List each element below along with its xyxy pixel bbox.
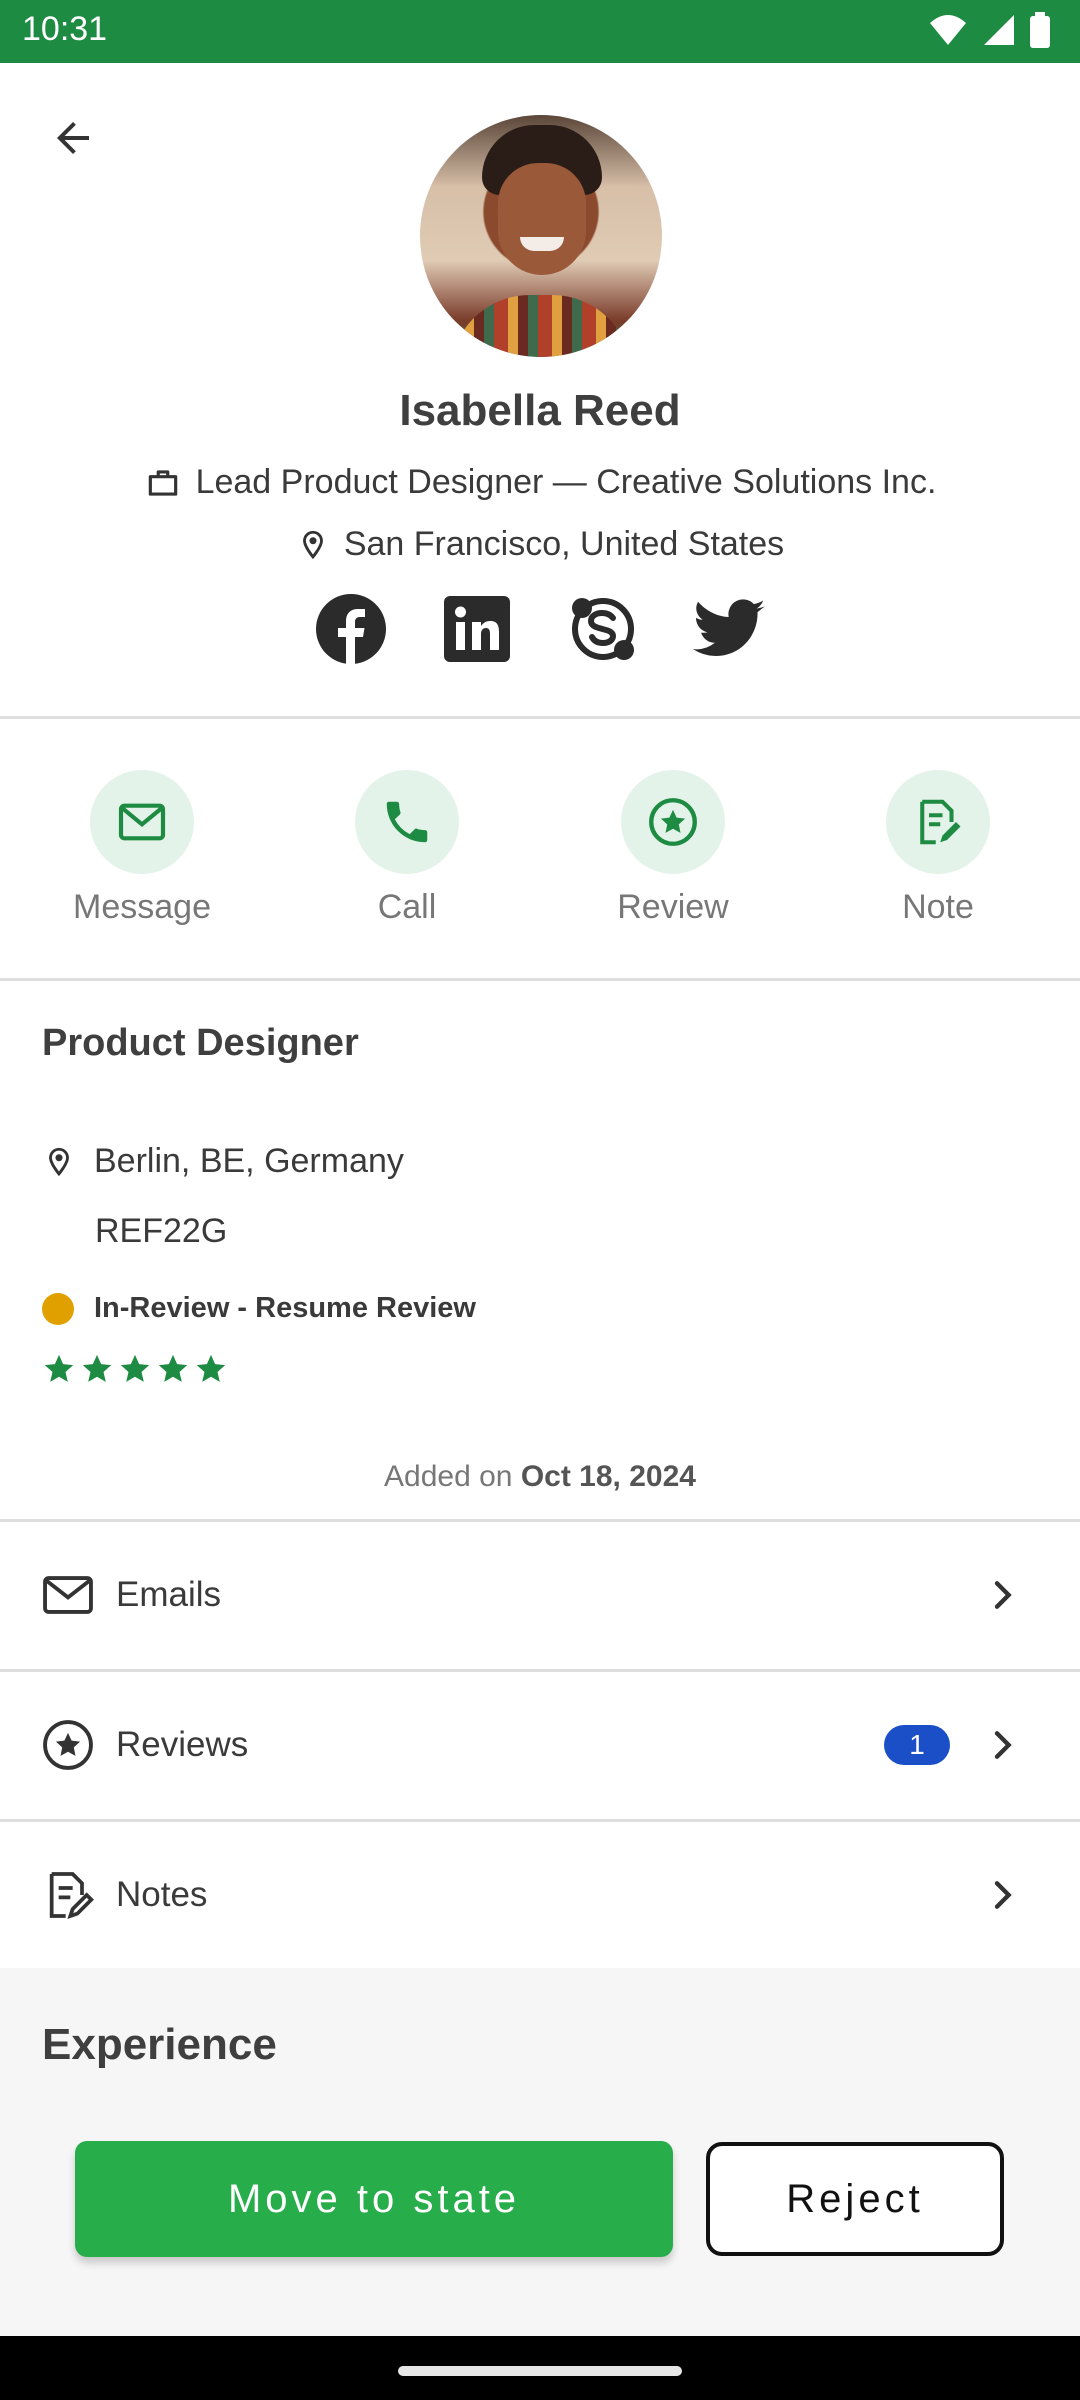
skype-icon: [572, 598, 634, 660]
note-edit-icon: [920, 799, 961, 845]
profile-header: Isabella Reed Lead Product Designer — Cr…: [0, 63, 1080, 718]
location-text: San Francisco, United States: [343, 525, 785, 563]
rating-stars: [42, 1352, 228, 1386]
job-line: Lead Product Designer — Creative Solutio…: [0, 463, 1080, 502]
added-date-value: Oct 18, 2024: [520, 1460, 696, 1493]
battery-icon: [1030, 12, 1050, 48]
message-action-circle: [90, 770, 194, 874]
note-edit-icon: [38, 1865, 98, 1925]
bottom-action-bar: Move to state Reject: [0, 2116, 1080, 2336]
avatar: [420, 115, 662, 357]
job-title: Product Designer: [42, 1022, 359, 1064]
twitter-link[interactable]: [693, 593, 765, 665]
reject-button[interactable]: Reject: [706, 2142, 1004, 2256]
status-dot: [42, 1292, 74, 1325]
divider: [0, 716, 1080, 719]
reviews-label: Reviews: [116, 1725, 249, 1764]
status-icons: [928, 12, 1050, 48]
move-to-state-button[interactable]: Move to state: [75, 2141, 673, 2257]
location-pin-icon: [49, 1147, 69, 1176]
quick-actions: Message Call Review Note: [0, 720, 1080, 978]
location-pin-icon: [302, 530, 323, 559]
briefcase-icon: [148, 469, 177, 496]
call-action-circle: [355, 770, 459, 874]
star-circle-icon: [649, 798, 697, 846]
job-location-text: Berlin, BE, Germany: [94, 1142, 404, 1180]
reviews-count-badge: 1: [884, 1725, 950, 1765]
chevron-right-icon: [982, 1575, 1022, 1615]
added-date: Added on Oct 18, 2024: [0, 1460, 1080, 1494]
note-action[interactable]: Note: [838, 770, 1038, 927]
back-button[interactable]: [38, 103, 108, 173]
mail-icon: [38, 1565, 98, 1625]
job-line-text: Lead Product Designer — Creative Solutio…: [195, 463, 937, 501]
home-indicator[interactable]: [398, 2366, 682, 2376]
chevron-right-icon: [982, 1875, 1022, 1915]
call-action-label: Call: [377, 888, 437, 926]
facebook-link[interactable]: [315, 593, 387, 665]
reviews-row[interactable]: Reviews 1: [0, 1671, 1080, 1819]
status-time: 10:31: [22, 10, 108, 48]
emails-label: Emails: [116, 1575, 222, 1614]
experience-title: Experience: [42, 2020, 277, 2069]
star-icon: [120, 1354, 150, 1382]
job-location: Berlin, BE, Germany: [42, 1142, 404, 1181]
message-action-label: Message: [73, 888, 211, 926]
job-status: In-Review - Resume Review: [42, 1292, 476, 1325]
review-action-label: Review: [617, 888, 729, 926]
emails-row[interactable]: Emails: [0, 1521, 1080, 1669]
notes-row[interactable]: Notes: [0, 1821, 1080, 1969]
location-line: San Francisco, United States: [0, 525, 1080, 564]
message-action[interactable]: Message: [42, 770, 242, 927]
call-action[interactable]: Call: [307, 770, 507, 927]
wifi-icon: [930, 15, 966, 45]
review-action-circle: [621, 770, 725, 874]
candidate-name: Isabella Reed: [399, 386, 681, 435]
star-icon: [196, 1354, 226, 1382]
job-status-text: In-Review - Resume Review: [94, 1292, 476, 1324]
star-icon: [82, 1354, 112, 1382]
system-nav-bar: [0, 2336, 1080, 2400]
status-bar: 10:31: [0, 0, 1080, 63]
job-reference: REF22G: [95, 1212, 228, 1250]
mail-icon: [118, 803, 166, 841]
job-section: Product Designer Berlin, BE, Germany REF…: [0, 980, 1080, 1520]
skype-link[interactable]: [567, 593, 639, 665]
social-links: [0, 593, 1080, 665]
facebook-icon: [316, 594, 386, 664]
experience-section: Experience: [0, 1968, 1080, 2116]
phone-icon: [386, 801, 428, 843]
review-action[interactable]: Review: [573, 770, 773, 927]
chevron-right-icon: [982, 1725, 1022, 1765]
added-prefix: Added on: [384, 1460, 513, 1493]
star-circle-icon: [38, 1715, 98, 1775]
star-icon: [158, 1354, 188, 1382]
signal-icon: [984, 15, 1014, 45]
note-action-label: Note: [902, 888, 974, 926]
linkedin-icon: [444, 596, 510, 662]
star-icon: [44, 1354, 74, 1382]
note-action-circle: [886, 770, 990, 874]
twitter-icon: [693, 599, 765, 656]
arrow-left-icon: [57, 122, 89, 154]
linkedin-link[interactable]: [441, 593, 513, 665]
notes-label: Notes: [116, 1875, 208, 1914]
